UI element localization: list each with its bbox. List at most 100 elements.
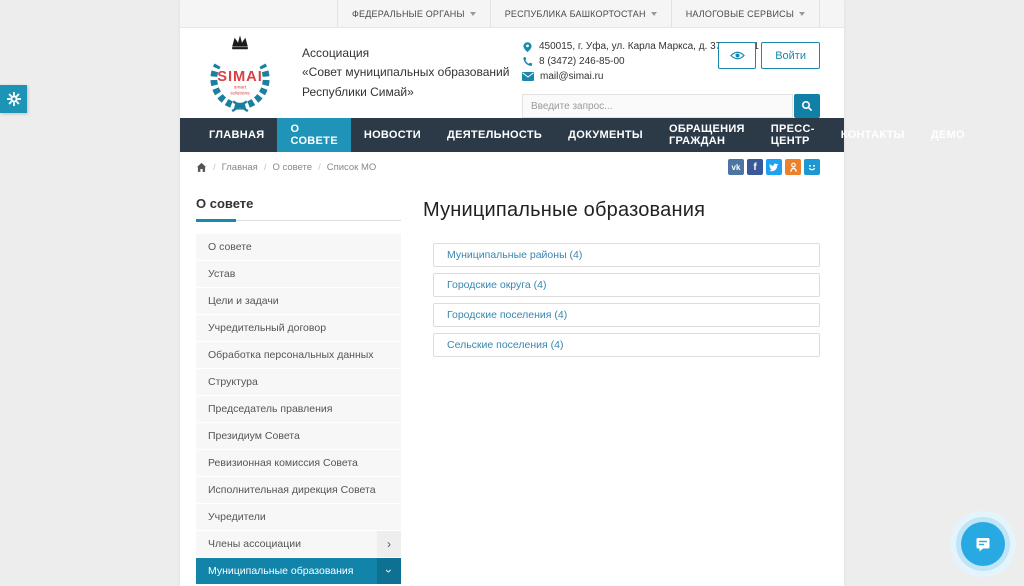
org-name-line: Республики Симай» [302, 83, 509, 102]
sidebar-item-association-members[interactable]: Члены ассоциации › [196, 531, 401, 557]
chat-message-icon [974, 535, 992, 553]
sidebar-item-label: Устав [208, 268, 235, 280]
sidebar-item-founders[interactable]: Учредители [196, 504, 401, 530]
site-header: SIMAI smart solutions Ассоциация «Совет … [180, 28, 844, 118]
search-bar [522, 94, 820, 118]
phone-text: 8 (3472) 246-85-00 [539, 54, 625, 69]
sidebar-menu: О совете Устав Цели и задачи Учредительн… [196, 234, 401, 584]
sidebar-item-personal-data[interactable]: Обработка персональных данных [196, 342, 401, 368]
sidebar-item-label: Члены ассоциации [208, 538, 301, 550]
sidebar-item-label: Председатель правления [208, 403, 332, 415]
ok-person-icon [789, 162, 798, 173]
page-title: Муниципальные образования [423, 199, 820, 222]
nav-item-demo[interactable]: ДЕМО [918, 118, 978, 152]
svg-text:solutions: solutions [230, 91, 250, 97]
sidebar-item-label: Учредительный договор [208, 322, 326, 334]
sidebar-item-label: Обработка персональных данных [208, 349, 374, 361]
sidebar-item-audit-commission[interactable]: Ревизионная комиссия Совета [196, 450, 401, 476]
login-button[interactable]: Войти [761, 42, 820, 69]
nav-label: ДОКУМЕНТЫ [568, 129, 643, 141]
moi-mir-icon[interactable] [804, 159, 820, 175]
topbar-menu-republic[interactable]: РЕСПУБЛИКА БАШКОРТОСТАН [490, 0, 671, 27]
gear-icon [6, 91, 22, 107]
accordion-list: Муниципальные районы (4) Городские округ… [433, 243, 820, 357]
sidebar-item-label: Структура [208, 376, 258, 388]
breadcrumb-separator: / [213, 162, 216, 173]
twitter-bird-icon [769, 163, 779, 172]
accordion-municipal-districts[interactable]: Муниципальные районы (4) [433, 243, 820, 267]
nav-item-documents[interactable]: ДОКУМЕНТЫ [555, 118, 656, 152]
vk-glyph: vk [732, 163, 741, 172]
chevron-down-icon[interactable]: › [377, 558, 401, 584]
nav-label: ПРЕСС-ЦЕНТР [771, 123, 815, 147]
topbar-menu-label: НАЛОГОВЫЕ СЕРВИСЫ [686, 9, 794, 19]
facebook-glyph: f [753, 162, 756, 173]
sidebar-item-presidium[interactable]: Президиум Совета [196, 423, 401, 449]
content: Муниципальные образования Муниципальные … [423, 196, 820, 585]
svg-text:SIMAI: SIMAI [217, 69, 263, 85]
odnoklassniki-icon[interactable] [785, 159, 801, 175]
header-right: 450015, г. Уфа, ул. Карла Маркса, д. 37,… [522, 39, 820, 118]
chevron-down-icon [470, 12, 476, 16]
accessibility-eye-button[interactable] [718, 42, 756, 69]
simai-logo[interactable]: SIMAI smart solutions [196, 31, 284, 115]
social-icons: vk f [728, 159, 820, 175]
nav-item-news[interactable]: НОВОСТИ [351, 118, 434, 152]
search-icon [801, 100, 813, 112]
search-button[interactable] [794, 94, 820, 118]
breadcrumb-link-home[interactable]: Главная [222, 162, 258, 173]
facebook-icon[interactable]: f [747, 159, 763, 175]
twitter-icon[interactable] [766, 159, 782, 175]
nav-item-press-center[interactable]: ПРЕСС-ЦЕНТР [758, 118, 828, 152]
settings-panel-toggle[interactable] [0, 85, 27, 113]
topbar-menu-label: РЕСПУБЛИКА БАШКОРТОСТАН [505, 9, 646, 19]
sidebar-item-municipalities[interactable]: Муниципальные образования › [196, 558, 401, 584]
sidebar-item-label: Ревизионная комиссия Совета [208, 457, 358, 469]
home-icon[interactable] [196, 162, 207, 173]
sidebar-item-executive-directorate[interactable]: Исполнительная дирекция Совета [196, 477, 401, 503]
nav-label: НОВОСТИ [364, 129, 421, 141]
chevron-down-icon [651, 12, 657, 16]
nav-item-citizen-appeals[interactable]: ОБРАЩЕНИЯ ГРАЖДАН [656, 118, 758, 152]
smiley-icon [807, 163, 817, 172]
breadcrumb-bar: / Главная / О совете / Список МО vk f [180, 152, 844, 182]
sidebar-item-about[interactable]: О совете [196, 234, 401, 260]
breadcrumb-link-about[interactable]: О совете [272, 162, 312, 173]
sidebar-item-label: Исполнительная дирекция Совета [208, 484, 376, 496]
accordion-city-settlements[interactable]: Городские поселения (4) [433, 303, 820, 327]
chat-button[interactable] [961, 522, 1005, 566]
org-name-line: Ассоциация [302, 44, 509, 63]
sidebar-item-founding-agreement[interactable]: Учредительный договор [196, 315, 401, 341]
sidebar-item-goals[interactable]: Цели и задачи [196, 288, 401, 314]
email-text[interactable]: mail@simai.ru [540, 69, 604, 84]
vk-icon[interactable]: vk [728, 159, 744, 175]
nav-label: О СОВЕТЕ [290, 123, 337, 147]
nav-item-about-council[interactable]: О СОВЕТЕ [277, 118, 350, 152]
topbar-menu-tax-services[interactable]: НАЛОГОВЫЕ СЕРВИСЫ [671, 0, 820, 27]
nav-label: ГЛАВНАЯ [209, 129, 264, 141]
location-pin-icon [522, 41, 533, 53]
nav-item-activity[interactable]: ДЕЯТЕЛЬНОСТЬ [434, 118, 555, 152]
chevron-right-icon[interactable]: › [377, 531, 401, 557]
nav-item-main[interactable]: ГЛАВНАЯ [196, 118, 277, 152]
breadcrumb-separator: / [264, 162, 267, 173]
breadcrumb-separator: / [318, 162, 321, 173]
accordion-city-okrugs[interactable]: Городские округа (4) [433, 273, 820, 297]
topbar-menu-federal-organs[interactable]: ФЕДЕРАЛЬНЫЕ ОРГАНЫ [337, 0, 490, 27]
accordion-rural-settlements[interactable]: Сельские поселения (4) [433, 333, 820, 357]
main-area: О совете О совете Устав Цели и задачи Уч… [180, 182, 844, 585]
sidebar-item-label: Президиум Совета [208, 430, 300, 442]
nav-item-contacts[interactable]: КОНТАКТЫ [828, 118, 918, 152]
sidebar-item-structure[interactable]: Структура [196, 369, 401, 395]
envelope-icon [522, 72, 534, 81]
search-input[interactable] [522, 94, 793, 118]
page: ФЕДЕРАЛЬНЫЕ ОРГАНЫ РЕСПУБЛИКА БАШКОРТОСТ… [0, 0, 1024, 586]
phone-icon [522, 56, 533, 67]
nav-label: КОНТАКТЫ [841, 129, 905, 141]
sidebar-item-charter[interactable]: Устав [196, 261, 401, 287]
nav-label: ДЕМО [931, 129, 965, 141]
header-buttons: Войти [718, 42, 820, 69]
email-row: mail@simai.ru [522, 69, 820, 84]
sidebar-item-chairman[interactable]: Председатель правления [196, 396, 401, 422]
breadcrumb-current: Список МО [327, 162, 377, 173]
